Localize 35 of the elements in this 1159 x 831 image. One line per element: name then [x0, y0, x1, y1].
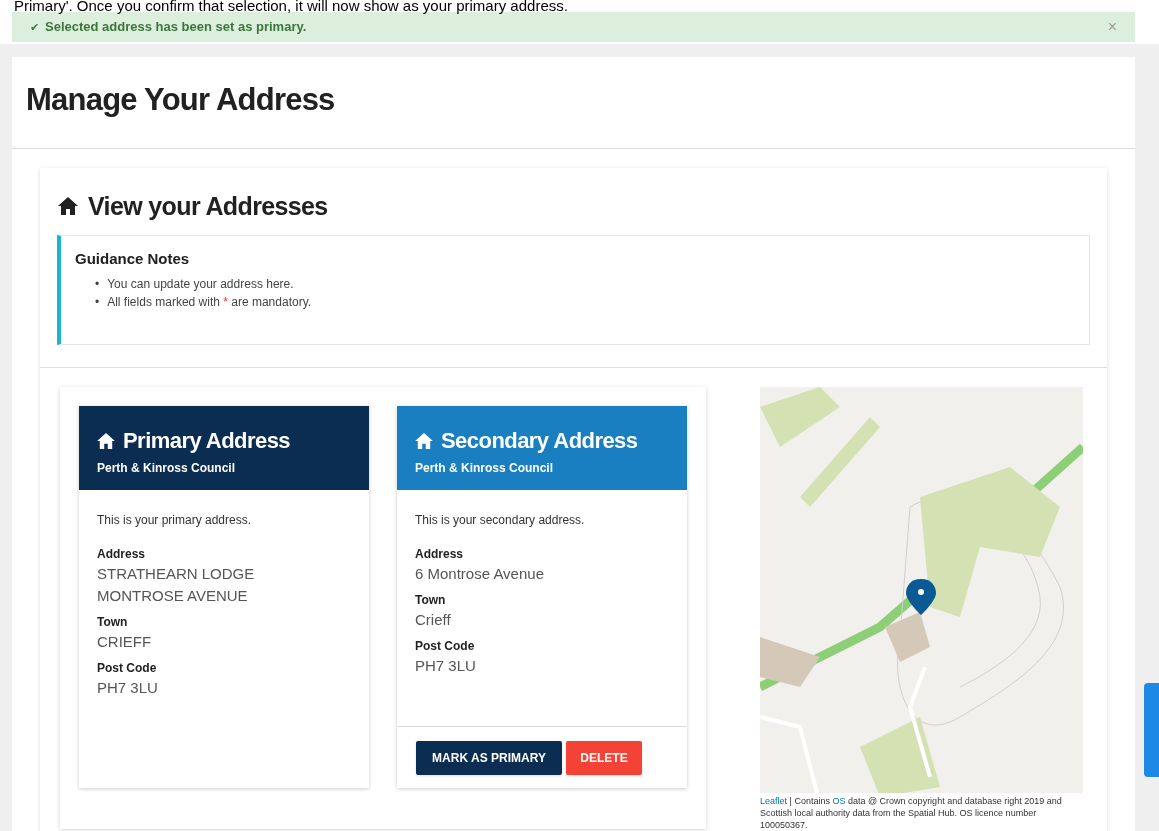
section-title: View your Addresses [88, 190, 328, 222]
field-value: 6 Montrose Avenue [415, 564, 545, 584]
field-value: STRATHEARN LODGE MONTROSE AVENUE [97, 564, 256, 606]
home-icon [415, 432, 433, 449]
check-icon: ✔ [30, 18, 39, 36]
field-value: Crieff [415, 610, 452, 630]
guidance-item: You can update your address here. [107, 275, 294, 293]
bullet-icon: • [95, 292, 100, 311]
home-icon [58, 197, 78, 216]
alert-message: Selected address has been set as primary. [45, 18, 308, 37]
card-title: Secondary Address [441, 427, 638, 455]
guidance-item: All fields marked with * are mandatory. [107, 293, 312, 311]
feedback-tab[interactable] [1144, 683, 1159, 777]
field-value: PH7 3LU [415, 656, 477, 676]
council-name: Perth & Kinross Council [415, 460, 555, 477]
field-label: Address [415, 546, 465, 563]
intro-text: This is your primary address. [97, 512, 253, 529]
guidance-title: Guidance Notes [75, 249, 191, 269]
mark-primary-button[interactable]: MARK AS PRIMARY [416, 740, 562, 775]
field-label: Town [97, 614, 129, 631]
page-title: Manage Your Address [25, 81, 336, 119]
home-icon [97, 432, 115, 449]
field-label: Post Code [415, 638, 476, 655]
intro-text: This is your secondary address. [415, 512, 586, 529]
bullet-icon: • [95, 274, 100, 293]
close-button[interactable]: × [1107, 15, 1117, 39]
card-title: Primary Address [123, 427, 291, 455]
notice-text: Primary'. Once you confirm that selection, it will now show as your primary address. [14, 0, 568, 12]
council-name: Perth & Kinross Council [97, 460, 237, 477]
field-label: Post Code [97, 660, 158, 677]
field-label: Town [415, 592, 447, 609]
delete-button[interactable]: DELETE [566, 740, 642, 775]
field-label: Address [97, 546, 147, 563]
field-value: CRIEFF [97, 632, 153, 652]
field-value: PH7 3LU [97, 678, 159, 698]
